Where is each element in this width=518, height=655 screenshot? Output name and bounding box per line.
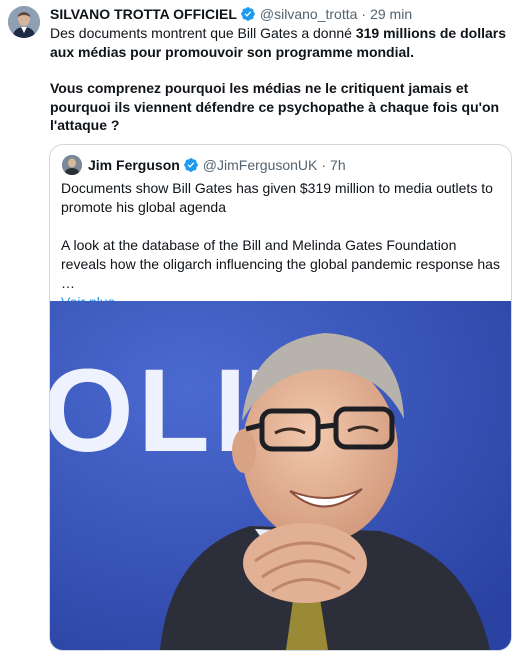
tweet-timestamp[interactable]: 29 min [370, 6, 412, 22]
quoted-tweet-header: Jim Ferguson @JimFergusonUK · 7h [62, 155, 346, 175]
tweet-paragraph-2: Vous comprenez pourquoi les médias ne le… [50, 79, 510, 135]
quoted-tweet-card[interactable]: Jim Ferguson @JimFergusonUK · 7h Documen… [49, 144, 512, 651]
separator-dot: · [361, 6, 367, 22]
tweet-body: Des documents montrent que Bill Gates a … [50, 24, 510, 135]
quoted-text-2: A look at the database of the Bill and M… [61, 237, 500, 291]
tweet-paragraph-1: Des documents montrent que Bill Gates a … [50, 24, 510, 61]
quoted-author-avatar[interactable] [62, 155, 82, 175]
author-name[interactable]: SILVANO TROTTA OFFICIEL [50, 6, 237, 22]
tweet-header: SILVANO TROTTA OFFICIEL @silvano_trotta … [50, 5, 508, 23]
quoted-verified-badge-icon [183, 157, 199, 173]
quoted-author-name[interactable]: Jim Ferguson [88, 157, 180, 173]
author-handle[interactable]: @silvano_trotta [260, 6, 357, 22]
quoted-tweet-photo[interactable]: OLITI [50, 301, 511, 650]
quoted-tweet-body: Documents show Bill Gates has given $319… [61, 179, 501, 312]
quoted-author-handle[interactable]: @JimFergusonUK [203, 157, 318, 173]
photo-illustration: OLITI [50, 301, 511, 650]
author-avatar[interactable] [8, 6, 40, 38]
tweet-text-part1: Des documents montrent que Bill Gates a … [50, 25, 356, 41]
verified-badge-icon [240, 6, 256, 22]
quoted-text-1: Documents show Bill Gates has given $319… [61, 180, 493, 215]
tweet-text-part2: Vous comprenez pourquoi les médias ne le… [50, 80, 500, 133]
quoted-timestamp[interactable]: 7h [330, 157, 346, 173]
quoted-separator-dot: · [321, 157, 327, 173]
